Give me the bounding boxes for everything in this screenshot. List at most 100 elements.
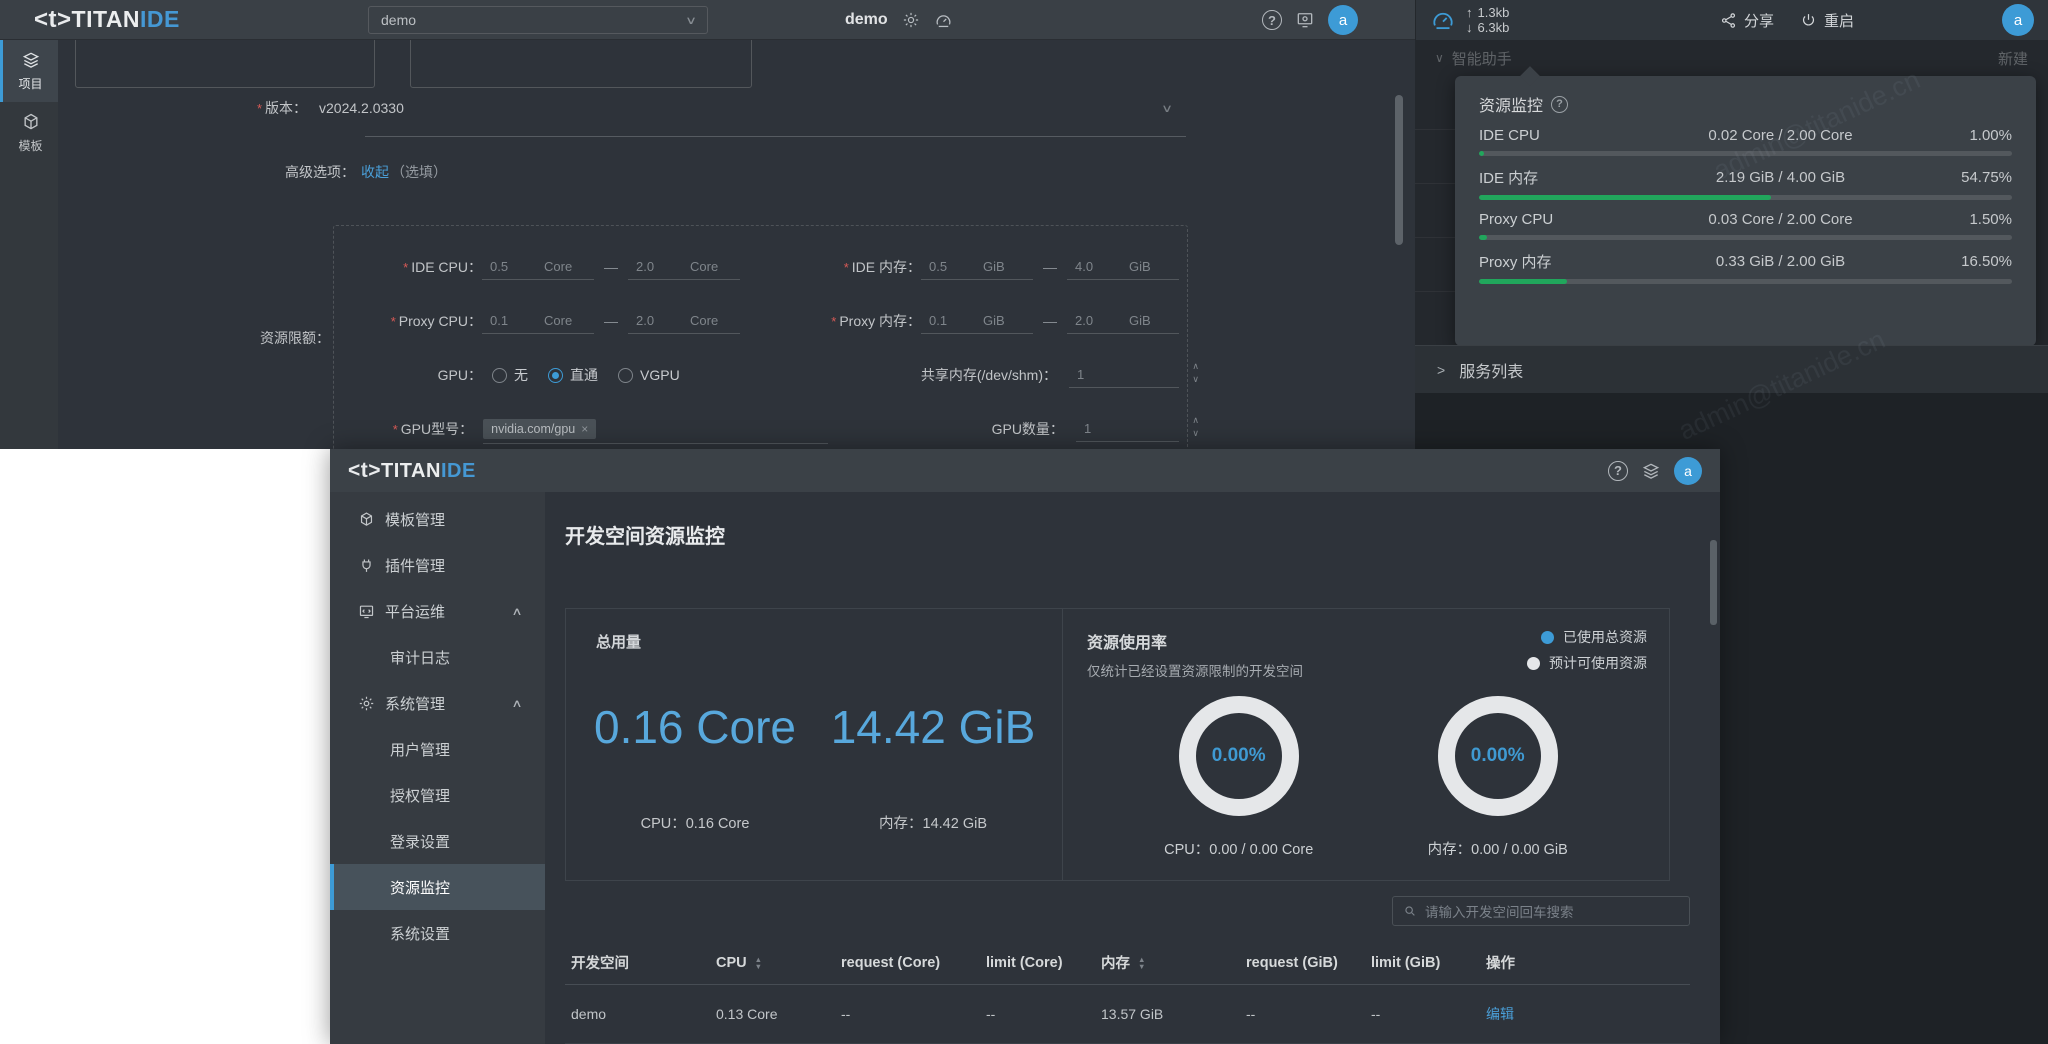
sidebar-item-templates[interactable]: 模板 (0, 102, 58, 164)
metric-value: 2.19 GiB / 4.00 GiB (1629, 169, 1932, 186)
header-label: CPU (716, 955, 747, 971)
gear-icon (358, 695, 375, 712)
required-mark: * (391, 314, 396, 329)
project-select[interactable]: demo ∨ (368, 6, 708, 34)
gpu-count-label: GPU数量： (858, 419, 1064, 439)
sidebar-item-license-mgmt[interactable]: 授权管理 (330, 772, 545, 818)
gauge-icon[interactable] (1430, 7, 1456, 33)
gpu-radio-none[interactable]: 无 (492, 365, 528, 385)
ide-mem-min-input[interactable]: 0.5GiB (921, 254, 1033, 280)
metric-label: IDE CPU (1479, 127, 1629, 144)
step-down-icon: ∨ (1192, 427, 1199, 440)
proxy-mem-min-input[interactable]: 0.1GiB (921, 308, 1033, 334)
cell-request-gib: -- (1240, 985, 1365, 1044)
gpu-row: GPU： 无 直通 VGPU 共享内存(/dev/shm)： 1 ∧∨ (342, 348, 1179, 402)
version-select-value[interactable]: v2024.2.0330 (319, 100, 404, 116)
sidebar-item-login-settings[interactable]: 登录设置 (330, 818, 545, 864)
logo-titan: TITAN (381, 460, 441, 483)
fg-topbar: <t>TITANIDE ? a (330, 449, 1720, 492)
sidebar-item-platform-ops[interactable]: 平台运维 ∧ (330, 588, 545, 634)
sidebar-item-user-mgmt[interactable]: 用户管理 (330, 726, 545, 772)
progress-bar (1479, 195, 2012, 200)
version-label: *版本： (58, 98, 307, 118)
chevron-down-icon: ∨ (685, 14, 697, 27)
value: 0.1 (482, 313, 544, 328)
cell-workspace: demo (565, 985, 710, 1044)
cell-mem: 13.57 GiB (1095, 985, 1240, 1044)
restart-button[interactable]: 重启 (1800, 10, 1854, 31)
gear-icon[interactable] (902, 11, 920, 29)
sidebar-item-template-mgmt[interactable]: 模板管理 (330, 496, 545, 542)
scrollbar-thumb[interactable] (1395, 95, 1403, 245)
sidebar-item-resource-monitor[interactable]: 资源监控 (330, 864, 545, 910)
monitor-row-ide-cpu: IDE CPU 0.02 Core / 2.00 Core 1.00% (1479, 127, 2012, 156)
radio-label: 无 (514, 365, 528, 385)
download-arrow-icon: ↓ (1466, 20, 1473, 35)
sidebar-item-plugin-mgmt[interactable]: 插件管理 (330, 542, 545, 588)
gpu-model-tag[interactable]: nvidia.com/gpu× (483, 419, 596, 439)
download-rate: 6.3kb (1478, 20, 1510, 35)
layers-icon[interactable] (1641, 461, 1661, 481)
shared-memory-label: 共享内存(/dev/shm)： (837, 365, 1057, 385)
col-cpu[interactable]: CPU ▲▼ (710, 943, 835, 985)
col-actions: 操作 (1480, 943, 1690, 985)
collapse-toggle-link[interactable]: 收起 (361, 162, 389, 182)
search-icon (1403, 904, 1417, 918)
gpu-radio-passthrough[interactable]: 直通 (548, 365, 598, 385)
scrollbar-thumb[interactable] (1710, 540, 1717, 625)
metric-percent: 1.50% (1932, 211, 2012, 228)
unit: Core (690, 313, 740, 328)
proxy-cpu-min-input[interactable]: 0.1Core (482, 308, 594, 334)
gpu-model-input[interactable]: nvidia.com/gpu× (483, 414, 828, 444)
metric-percent: 1.00% (1932, 127, 2012, 144)
share-button[interactable]: 分享 (1720, 10, 1774, 31)
total-mem-caption: 内存：14.42 GiB (814, 812, 1052, 833)
sort-icon[interactable]: ▲▼ (1138, 956, 1145, 970)
total-mem-value: 14.42 GiB (814, 700, 1052, 754)
avatar[interactable]: a (1674, 457, 1702, 485)
radio-icon (492, 368, 507, 383)
close-icon[interactable]: × (581, 422, 588, 436)
value: 0.5 (482, 259, 544, 274)
progress-bar (1479, 279, 2012, 284)
gpu-model-row: *GPU型号： nvidia.com/gpu× GPU数量： 1 ∧∨ (342, 402, 1179, 449)
ide-mem-max-input[interactable]: 4.0GiB (1067, 254, 1179, 280)
proxy-cpu-max-input[interactable]: 2.0Core (628, 308, 740, 334)
avatar[interactable]: a (2002, 4, 2034, 36)
header-label: 内存 (1101, 952, 1130, 973)
ide-cpu-max-input[interactable]: 2.0Core (628, 254, 740, 280)
gauge-icon[interactable] (934, 11, 953, 30)
shared-memory-input[interactable]: 1 ∧∨ (1069, 362, 1179, 388)
stepper-arrows[interactable]: ∧∨ (1192, 414, 1199, 440)
proxy-mem-max-input[interactable]: 2.0GiB (1067, 308, 1179, 334)
resource-monitor-popup: 资源监控 ? IDE CPU 0.02 Core / 2.00 Core 1.0… (1455, 76, 2036, 346)
sort-icon[interactable]: ▲▼ (755, 956, 762, 970)
edit-link[interactable]: 编辑 (1486, 1006, 1514, 1022)
sidebar-item-system-mgmt[interactable]: 系统管理 ∧ (330, 680, 545, 726)
help-icon[interactable]: ? (1262, 10, 1282, 30)
workspace-search-input[interactable]: 请输入开发空间回车搜索 (1392, 896, 1690, 926)
col-mem[interactable]: 内存 ▲▼ (1095, 943, 1240, 985)
cell-cpu: 0.13 Core (710, 985, 835, 1044)
project-select-value: demo (381, 12, 416, 28)
sidebar-item-system-settings[interactable]: 系统设置 (330, 910, 545, 956)
monitor-row-ide-mem: IDE 内存 2.19 GiB / 4.00 GiB 54.75% (1479, 167, 2012, 200)
help-icon[interactable]: ? (1608, 461, 1628, 481)
sidebar-item-audit-log[interactable]: 审计日志 (330, 634, 545, 680)
gpu-count-input[interactable]: 1 ∧∨ (1076, 416, 1179, 442)
stepper-arrows[interactable]: ∧∨ (1192, 360, 1199, 386)
ide-cpu-label: *IDE CPU： (342, 257, 482, 277)
share-icon (1720, 12, 1737, 29)
legend: 已使用总资源 预计可使用资源 (1527, 627, 1647, 673)
help-icon[interactable]: ? (1551, 96, 1568, 113)
avatar[interactable]: a (1328, 5, 1358, 35)
gpu-radio-vgpu[interactable]: VGPU (618, 367, 680, 383)
monitor-settings-icon[interactable] (1295, 10, 1315, 30)
metric-value: 0.02 Core / 2.00 Core (1629, 127, 1932, 144)
sidebar-item-projects[interactable]: 项目 (0, 40, 58, 102)
col-limit-core: limit (Core) (980, 943, 1095, 985)
ide-cpu-min-input[interactable]: 0.5Core (482, 254, 594, 280)
unit: GiB (983, 313, 1033, 328)
service-list-toggle[interactable]: > 服务列表 (1415, 345, 2048, 393)
required-mark: * (257, 101, 262, 116)
